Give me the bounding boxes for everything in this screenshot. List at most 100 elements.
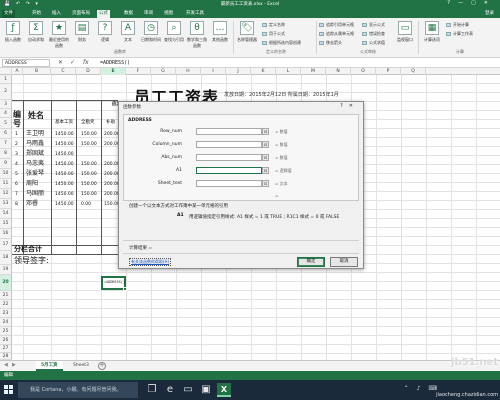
row-header[interactable]: 7 bbox=[0, 139, 12, 149]
column-header[interactable]: G bbox=[151, 68, 176, 75]
column-header[interactable]: L bbox=[276, 68, 301, 75]
row-header[interactable]: 14 bbox=[0, 209, 12, 219]
restore-icon[interactable]: ▢ bbox=[471, 0, 484, 6]
row-header-selected[interactable]: 20 bbox=[0, 275, 12, 291]
employee-name[interactable]: 郑固斌 bbox=[26, 149, 44, 158]
row-header[interactable]: 24 bbox=[0, 318, 12, 327]
window-controls[interactable]: ?—▢✕ bbox=[447, 0, 496, 6]
row-header[interactable]: 2 bbox=[0, 84, 12, 100]
employee-name[interactable]: 王卫明 bbox=[26, 129, 44, 138]
row-header[interactable]: 10 bbox=[0, 169, 12, 179]
tab-view[interactable]: 视图 bbox=[162, 10, 175, 18]
column-header[interactable]: D bbox=[76, 68, 101, 75]
attendance-bonus[interactable]: 150.00 bbox=[81, 170, 97, 179]
attendance-bonus[interactable]: 150.00 bbox=[81, 130, 97, 139]
collapse-dialog-icon[interactable]: ⊡ bbox=[262, 141, 269, 148]
error-checking-button[interactable]: 错误检查 bbox=[362, 31, 385, 37]
base-salary[interactable]: 1450.00 bbox=[55, 190, 74, 199]
financial-button[interactable]: ▤ 财务 bbox=[71, 21, 93, 43]
fill-handle[interactable] bbox=[123, 287, 127, 291]
date-time-button[interactable]: ◷ 日期和时间 bbox=[140, 21, 162, 43]
sheet-tab-sheet3[interactable]: Sheet3 bbox=[68, 361, 94, 371]
name-box[interactable]: ADDRESS bbox=[2, 59, 50, 67]
sheet-nav-next-icon[interactable]: ▶ bbox=[12, 362, 16, 368]
use-in-formula-button[interactable]: 用于公式 bbox=[262, 31, 285, 37]
attendance-bonus[interactable]: 150.00 bbox=[81, 180, 97, 189]
tab-home[interactable]: 开始 bbox=[30, 10, 43, 18]
employee-name[interactable]: 张爱琴 bbox=[26, 169, 44, 178]
column-header-no[interactable]: 编号 bbox=[13, 110, 23, 128]
row-header[interactable]: 11 bbox=[0, 179, 12, 189]
define-name-button[interactable]: 定义名称 bbox=[262, 22, 285, 28]
tab-file[interactable]: 文件 bbox=[2, 10, 15, 18]
row-header[interactable]: 23 bbox=[0, 309, 12, 318]
column-header[interactable]: F bbox=[126, 68, 151, 75]
store-icon[interactable]: ▣ bbox=[199, 383, 213, 397]
row-header[interactable]: 12 bbox=[0, 189, 12, 199]
row-header[interactable]: 27 bbox=[0, 345, 12, 353]
base-salary[interactable]: 1450.00 bbox=[55, 160, 74, 169]
show-formulas-button[interactable]: 显示公式 bbox=[362, 22, 385, 28]
employee-no[interactable]: 2 bbox=[15, 140, 18, 149]
row-num-input[interactable] bbox=[196, 128, 262, 135]
attendance-bonus[interactable]: 150.00 bbox=[81, 140, 97, 149]
employee-name[interactable]: 周阳 bbox=[26, 179, 38, 188]
employee-no[interactable]: 1 bbox=[15, 130, 18, 139]
close-icon[interactable]: ✕ bbox=[484, 0, 496, 6]
insert-function-icon[interactable]: fx bbox=[83, 58, 89, 68]
cancel-button[interactable]: 取消 bbox=[330, 257, 358, 267]
add-sheet-icon[interactable]: + bbox=[98, 362, 106, 370]
tab-data[interactable]: 数据 bbox=[122, 10, 135, 18]
sheet-tab-may-salary[interactable]: 5月工资 bbox=[36, 361, 63, 371]
calculation-options-button[interactable]: ▦ 计算选项 bbox=[421, 21, 443, 43]
trace-precedents-button[interactable]: 追踪引用单元格 bbox=[319, 22, 354, 28]
tab-insert[interactable]: 插入 bbox=[50, 10, 63, 18]
row-header[interactable]: 3 bbox=[0, 100, 12, 109]
row-header[interactable]: 16 bbox=[0, 229, 12, 239]
sheet-text-input[interactable] bbox=[196, 180, 262, 187]
row-header[interactable]: 13 bbox=[0, 199, 12, 209]
subheader[interactable]: 全勤奖 bbox=[81, 118, 95, 127]
base-salary[interactable]: 1450.00 bbox=[55, 150, 74, 159]
name-manager-button[interactable]: 🏷 名称管理器 bbox=[236, 21, 258, 43]
employee-no[interactable]: 6 bbox=[15, 180, 18, 189]
calculate-now-button[interactable]: 开始计算 bbox=[446, 22, 469, 28]
file-explorer-icon[interactable]: ▭ bbox=[181, 383, 195, 397]
column-header[interactable]: J bbox=[226, 68, 251, 75]
row-header[interactable]: 19 bbox=[0, 265, 12, 275]
autosum-button[interactable]: Σ 自动求和 bbox=[25, 21, 47, 43]
text-button[interactable]: A 文本 bbox=[117, 21, 139, 43]
edge-browser-icon[interactable]: e bbox=[163, 383, 177, 397]
base-salary[interactable]: 1450.00 bbox=[55, 130, 74, 139]
employee-no[interactable]: 3 bbox=[15, 150, 18, 159]
employee-name[interactable]: 邓睿 bbox=[26, 199, 38, 208]
attendance-bonus[interactable]: 150.00 bbox=[81, 160, 97, 169]
employee-no[interactable]: 8 bbox=[15, 200, 18, 209]
subheader[interactable]: 基本工资 bbox=[55, 118, 73, 127]
select-all-corner[interactable] bbox=[0, 68, 12, 75]
row-header[interactable]: 17 bbox=[0, 239, 12, 251]
row-header[interactable]: 25 bbox=[0, 327, 12, 336]
base-salary[interactable]: 1450.00 bbox=[55, 180, 74, 189]
collapse-dialog-icon[interactable]: ⊡ bbox=[262, 167, 269, 174]
excel-taskbar-icon[interactable]: X bbox=[217, 383, 231, 397]
cancel-formula-icon[interactable]: ✕ bbox=[58, 58, 63, 68]
column-header[interactable]: O bbox=[351, 68, 376, 75]
signature-label[interactable]: 领导签字: bbox=[14, 255, 49, 267]
row-header[interactable]: 28 bbox=[0, 353, 12, 360]
abs-num-input[interactable] bbox=[196, 154, 262, 161]
calculate-sheet-button[interactable]: 计算工作表 bbox=[446, 31, 473, 37]
attendance-bonus[interactable]: 150.00 bbox=[81, 190, 97, 199]
row-header[interactable]: 26 bbox=[0, 336, 12, 345]
remove-arrows-button[interactable]: 移去箭头 bbox=[319, 40, 342, 46]
lookup-reference-button[interactable]: ⌕ 查找与引用 bbox=[163, 21, 185, 43]
subtotal-label[interactable]: 分栏合计 bbox=[14, 243, 42, 255]
column-header[interactable]: C bbox=[51, 68, 76, 75]
employee-name[interactable]: 马忠夷 bbox=[26, 159, 44, 168]
enter-formula-icon[interactable]: ✓ bbox=[70, 58, 75, 68]
function-help-link[interactable]: 有关该函数的帮助(H) bbox=[129, 258, 172, 266]
tab-formulas[interactable]: 公式 bbox=[97, 10, 110, 18]
insert-function-button[interactable]: ƒ 插入函数 bbox=[2, 21, 24, 43]
column-header-selected[interactable]: E bbox=[101, 68, 126, 75]
formula-input[interactable]: =ADDRESS() bbox=[98, 59, 496, 67]
